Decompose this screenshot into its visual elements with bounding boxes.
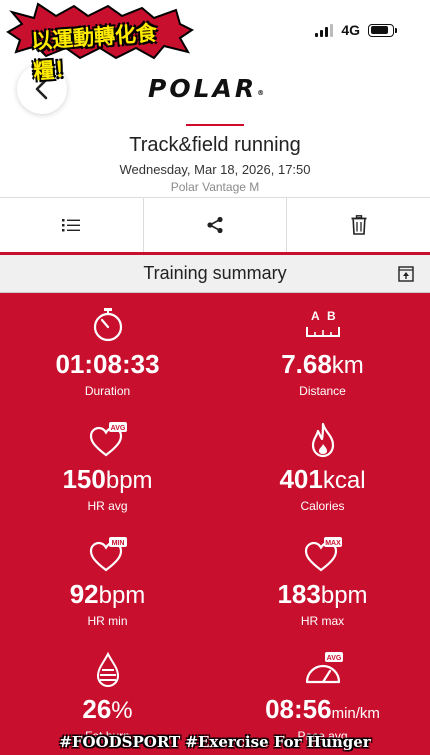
calories-value: 401kcal [279,464,366,494]
sticker-text: 以運動轉化食糧！ [30,21,158,84]
summary-title: Training summary [143,263,287,283]
signal-icon [315,23,334,37]
delete-button[interactable] [287,198,430,252]
hr-min-label: HR min [87,614,128,628]
distance-value: 7.68km [281,349,364,379]
list-icon [62,219,81,232]
stat-calories: 401kcal Calories [215,408,430,523]
stat-hr-max: MAX 183bpm HR max [215,523,430,638]
svg-text:MAX: MAX [325,540,341,547]
stat-duration: 01:08:33 Duration [0,293,215,408]
distance-icon: A B [306,309,340,337]
battery-icon [368,23,397,37]
fat-burn-icon [96,652,120,688]
svg-text:AVG: AVG [327,655,342,662]
sticker-overlay: 以運動轉化食糧！ [4,2,194,84]
svg-text:A: A [311,309,320,323]
sport-title: Track&field running [129,134,301,156]
heart-max-icon: MAX [304,537,342,572]
list-button[interactable] [0,198,144,252]
heart-min-icon: MIN [89,537,127,572]
svg-text:MIN: MIN [112,540,125,547]
stopwatch-icon [93,308,123,342]
session-datetime: Wednesday, Mar 18, 2026, 17:50 [119,162,311,177]
stat-hr-min: MIN 92bpm HR min [0,523,215,638]
calories-label: Calories [300,499,345,513]
hr-max-label: HR max [300,614,345,628]
hr-max-value: 183bpm [277,579,368,609]
brand-logo: POLAR® [148,74,267,103]
collapse-summary-icon[interactable] [398,266,414,282]
share-icon [207,216,223,234]
brand-divider [186,124,244,126]
stat-hr-avg: AVG 150bpm HR avg [0,408,215,523]
pace-avg-icon: AVG [305,652,343,684]
registered-mark: ® [257,89,268,97]
brand-name: POLAR [148,74,258,103]
duration-label: Duration [84,384,131,398]
duration-value: 01:08:33 [55,349,160,379]
hr-avg-label: HR avg [87,499,128,513]
hr-min-value: 92bpm [69,579,146,609]
action-bar [0,197,430,252]
share-button[interactable] [144,198,288,252]
device-name: Polar Vantage M [170,180,260,194]
pace-avg-value: 08:56min/km [265,694,380,724]
status-indicators: 4G [315,22,397,38]
fat-burn-value: 26% [82,694,133,724]
distance-label: Distance [299,384,346,398]
svg-text:AVG: AVG [111,425,126,432]
stat-distance: A B 7.68km Distance [215,293,430,408]
hr-avg-value: 150bpm [62,464,153,494]
trash-icon [351,215,367,235]
hashtag-overlay: #FOODSPORT #Exercise For Hunger [59,733,371,751]
training-summary-panel: 01:08:33 Duration A B 7.68km Distance AV… [0,293,430,755]
summary-header: Training summary [0,255,430,293]
svg-text:B: B [327,309,336,323]
network-type: 4G [341,22,360,38]
flame-icon [311,422,335,458]
heart-avg-icon: AVG [89,422,127,457]
